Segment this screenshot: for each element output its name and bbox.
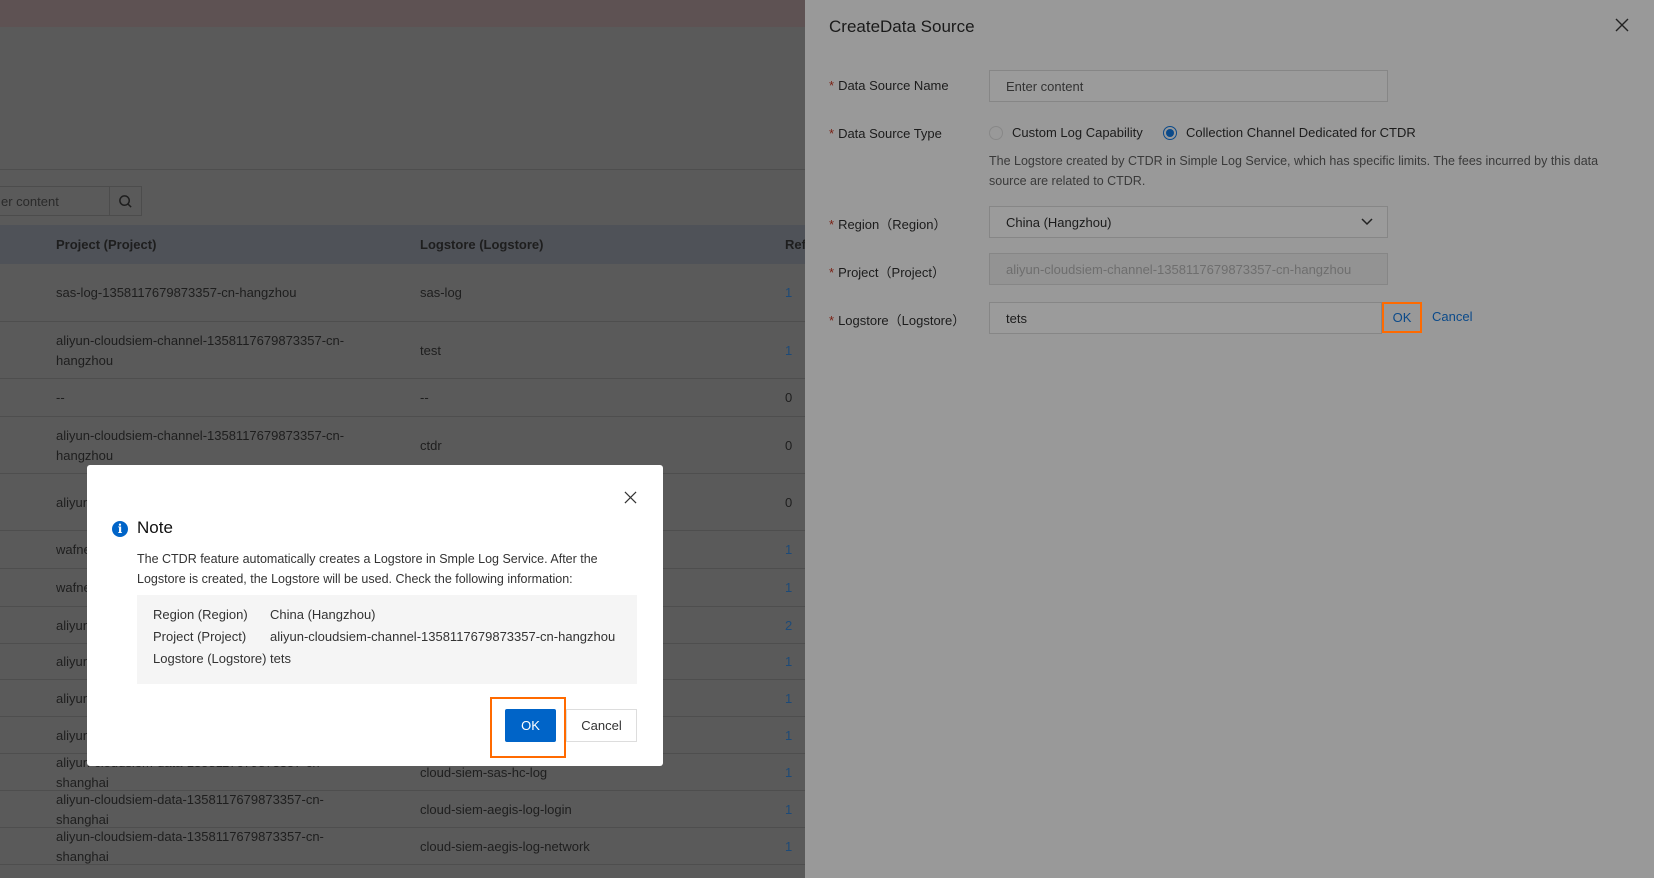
project-input-disabled: aliyun-cloudsiem-channel-135811767987335…	[989, 253, 1388, 285]
panel-close-button[interactable]	[1615, 18, 1629, 35]
divider	[0, 169, 805, 170]
table-row: aliyun-cloudsiem-channel-135811767987335…	[0, 322, 805, 379]
region-select[interactable]: China (Hangzhou)	[989, 206, 1388, 238]
info-label: Logstore (Logstore)	[153, 651, 267, 666]
radio-checked-icon	[1163, 125, 1177, 140]
dialog-message: The CTDR feature automatically creates a…	[137, 552, 598, 586]
cell-ref[interactable]: 1	[785, 763, 792, 783]
info-icon: i	[112, 521, 128, 537]
info-label: Region (Region)	[153, 607, 248, 622]
cell-ref[interactable]: 2	[785, 616, 792, 636]
radio-custom-log[interactable]: Custom Log Capability	[989, 125, 1143, 140]
top-banner	[0, 0, 805, 27]
note-dialog: i Note The CTDR feature automatically cr…	[87, 465, 663, 766]
cell-ref: 0	[785, 390, 793, 405]
cell-logstore: test	[420, 342, 441, 358]
cell-logstore: sas-log	[420, 285, 462, 300]
cell-project: aliyun-cloudsiem-data-1358117679873357-c…	[56, 791, 324, 827]
info-label: Project (Project)	[153, 629, 247, 644]
info-value: aliyun-cloudsiem-channel-135811767987335…	[270, 629, 616, 644]
table-row: sas-log-1358117679873357-cn-hangzhou sas-…	[0, 264, 805, 322]
search-input[interactable]: er content	[0, 186, 110, 216]
create-data-source-panel: CreateData Source * Data Source Name Ente…	[805, 0, 1654, 878]
table-row: aliyun-cloudsiem-data-1358117679873357-c…	[0, 828, 805, 865]
search-button[interactable]	[110, 186, 142, 216]
cell-ref[interactable]: 1	[785, 341, 792, 361]
cell-project: --	[56, 390, 65, 405]
radio-label: Collection Channel Dedicated for CTDR	[1186, 125, 1416, 140]
cell-ref[interactable]: 1	[785, 652, 792, 672]
region-label: * Region（Region）	[829, 217, 947, 232]
info-box: Region (Region) China (Hangzhou) Project (…	[137, 595, 637, 684]
dialog-ok-button[interactable]: OK	[505, 709, 556, 742]
dialog-title: Note	[137, 518, 173, 537]
cell-ref[interactable]: 1	[785, 800, 792, 820]
cell-project: aliyun-cloudsiem-channel-135811767987335…	[56, 427, 345, 463]
type-description: The Logstore created by CTDR in Simple L…	[989, 154, 1599, 188]
table-row: aliyun-cloudsiem-data-1358117679873357-c…	[0, 791, 805, 828]
cell-ref[interactable]: 1	[785, 283, 792, 303]
close-icon	[1615, 18, 1629, 32]
type-label: * Data Source Type	[829, 126, 942, 141]
logstore-input[interactable]: tets	[989, 302, 1382, 334]
cell-project: aliyun-cloudsiem-data-1358117679873357-c…	[56, 828, 324, 864]
logstore-label: * Logstore（Logstore）	[829, 313, 966, 328]
cell-logstore: cloud-siem-aegis-log-login	[420, 801, 572, 817]
table-header: Project (Project) Logstore (Logstore) Re…	[0, 225, 806, 264]
column-project: Project (Project)	[56, 237, 157, 252]
cell-ref: 0	[785, 437, 793, 453]
cell-ref[interactable]: 1	[785, 726, 792, 746]
table-row: -- -- 0	[0, 379, 805, 417]
column-logstore: Logstore (Logstore)	[420, 237, 544, 252]
data-source-name-input[interactable]: Enter content	[989, 70, 1388, 102]
cell-ref: 0	[785, 494, 793, 510]
cell-project: sas-log-1358117679873357-cn-hangzhou	[56, 285, 297, 300]
cell-logstore: --	[420, 390, 429, 405]
search-icon	[119, 194, 132, 208]
radio-label: Custom Log Capability	[1012, 125, 1143, 140]
dialog-close-button[interactable]	[624, 491, 637, 507]
logstore-ok-button[interactable]: OK	[1382, 302, 1422, 333]
cell-ref[interactable]: 1	[785, 689, 792, 709]
radio-unchecked-icon	[989, 125, 1003, 140]
chevron-down-icon	[1361, 218, 1373, 226]
radio-ctdr-channel[interactable]: Collection Channel Dedicated for CTDR	[1163, 125, 1416, 140]
cell-ref[interactable]: 1	[785, 540, 792, 560]
panel-title: CreateData Source	[829, 17, 975, 36]
dialog-cancel-button[interactable]: Cancel	[566, 709, 637, 742]
project-label: * Project（Project）	[829, 265, 945, 280]
cell-ref[interactable]: 1	[785, 578, 792, 598]
close-icon	[624, 491, 637, 504]
info-value: China (Hangzhou)	[270, 607, 376, 622]
cell-project: aliyun-cloudsiem-channel-135811767987335…	[56, 332, 345, 368]
cell-logstore: cloud-siem-aegis-log-network	[420, 838, 590, 854]
logstore-cancel-button[interactable]: Cancel	[1432, 309, 1472, 324]
info-value: tets	[270, 651, 291, 666]
name-label: * Data Source Name	[829, 78, 949, 93]
cell-logstore: ctdr	[420, 437, 442, 453]
cell-ref[interactable]: 1	[785, 837, 792, 857]
column-ref: Ref	[785, 237, 806, 252]
